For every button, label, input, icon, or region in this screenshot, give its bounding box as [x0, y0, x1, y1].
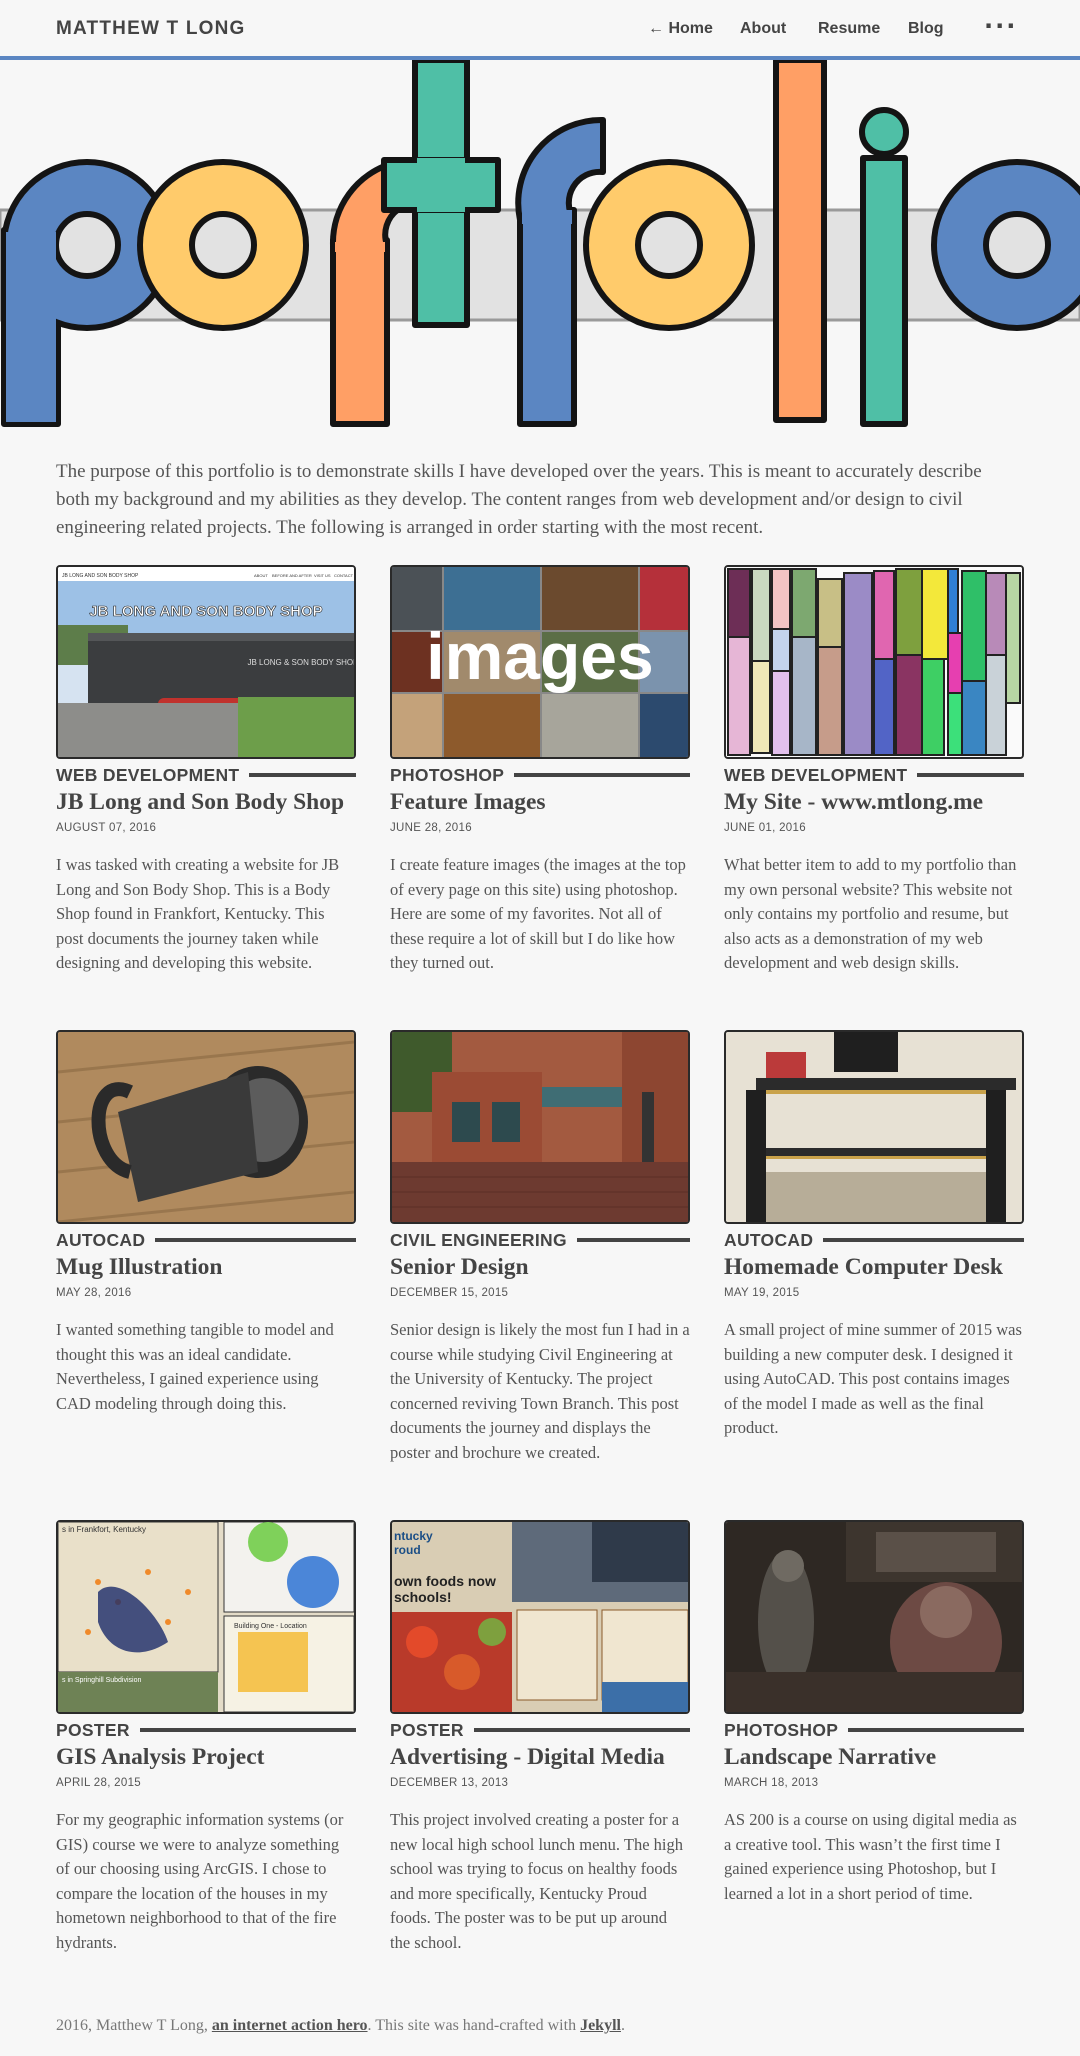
svg-text:s in Springhill Subdivision: s in Springhill Subdivision [62, 1677, 141, 1684]
card-title-link[interactable]: Homemade Computer Desk [724, 1252, 1024, 1282]
card-description: AS 200 is a course on using digital medi… [724, 1810, 1017, 1903]
card-title-link[interactable]: Feature Images [390, 787, 690, 817]
card-title-link[interactable]: Mug Illustration [56, 1252, 356, 1282]
portfolio-wordmark [0, 60, 1080, 427]
portfolio-intro-text: The purpose of this portfolio is to demo… [56, 461, 982, 538]
category-label[interactable]: PHOTOSHOP [390, 765, 515, 785]
category-label[interactable]: PHOTOSHOP [724, 1720, 849, 1740]
site-title-link[interactable]: MATTHEW T LONG [56, 18, 246, 40]
portfolio-card[interactable]: WEB DEVELOPMENT My Site - www.mtlong.me … [724, 565, 1024, 976]
svg-text:CONTACT: CONTACT [334, 573, 354, 578]
card-date: DECEMBER 15, 2015 [390, 1287, 509, 1299]
card-description: I create feature images (the images at t… [390, 855, 686, 972]
category-label[interactable]: AUTOCAD [56, 1230, 156, 1250]
card-title-link[interactable]: Senior Design [390, 1252, 690, 1282]
footer-jekyll-link[interactable]: Jekyll [580, 2017, 621, 2034]
letter-i-stem [860, 155, 908, 427]
card-category: AUTOCAD [56, 1230, 356, 1250]
card-category: PHOTOSHOP [390, 765, 690, 785]
footer-action-hero-link[interactable]: an internet action hero [212, 2017, 368, 2034]
svg-text:ntucky: ntucky [394, 1529, 433, 1543]
portfolio-card[interactable]: s in Frankfort, Kentucky Building One - … [56, 1520, 356, 1955]
thumb-overlay-text: images [426, 619, 653, 693]
letter-l [773, 60, 827, 423]
footer-suffix: . [620, 2017, 625, 2034]
nav-resume-link[interactable]: Resume [818, 20, 880, 38]
footer-middle-text: . This site was hand-crafted with [367, 2017, 581, 2034]
portfolio-card[interactable]: ntucky roud own foods now schools! POSTE… [390, 1520, 690, 1955]
card-category: PHOTOSHOP [724, 1720, 1024, 1740]
letter-f-stem [517, 207, 577, 427]
card-description: For my geographic information systems (o… [56, 1810, 344, 1952]
card-date: MAY 28, 2016 [56, 1287, 132, 1299]
card-description: This project involved creating a poster … [390, 1810, 683, 1952]
card-date: APRIL 28, 2015 [56, 1777, 141, 1789]
nav-blog-link[interactable]: Blog [908, 20, 944, 38]
card-date: AUGUST 07, 2016 [56, 822, 157, 834]
card-thumbnail-my-site[interactable] [724, 565, 1024, 759]
card-date: JUNE 01, 2016 [724, 822, 806, 834]
card-thumbnail-senior-design[interactable] [390, 1030, 690, 1224]
nav-about-link[interactable]: About [740, 20, 786, 38]
portfolio-card[interactable]: CIVIL ENGINEERING Senior Design DECEMBER… [390, 1030, 690, 1465]
category-label[interactable]: POSTER [390, 1720, 474, 1740]
card-category: WEB DEVELOPMENT [56, 765, 356, 785]
top-navigation-bar: MATTHEW T LONG ← Home About Resume Blog … [0, 0, 1080, 60]
svg-text:JB LONG & SON BODY SHOP: JB LONG & SON BODY SHOP [248, 658, 355, 667]
card-description: What better item to add to my portfolio … [724, 855, 1017, 972]
card-date: MARCH 18, 2013 [724, 1777, 819, 1789]
category-label[interactable]: CIVIL ENGINEERING [390, 1230, 577, 1250]
card-description: A small project of mine summer of 2015 w… [724, 1320, 1022, 1437]
card-thumbnail-mug[interactable] [56, 1030, 356, 1224]
card-date: MAY 19, 2015 [724, 1287, 800, 1299]
svg-text:own foods now: own foods now [394, 1573, 496, 1589]
card-category: WEB DEVELOPMENT [724, 765, 1024, 785]
card-title-link[interactable]: Landscape Narrative [724, 1742, 1024, 1772]
card-title-link[interactable]: GIS Analysis Project [56, 1742, 356, 1772]
portfolio-card[interactable]: JB LONG AND SON BODY SHOP ABOUT BEFORE A… [56, 565, 356, 976]
card-category: POSTER [56, 1720, 356, 1740]
card-title-link[interactable]: JB Long and Son Body Shop [56, 787, 356, 817]
portfolio-card[interactable]: images PHOTOSHOP Feature Images JUNE 28,… [390, 565, 690, 976]
svg-text:VISIT US: VISIT US [314, 573, 331, 578]
card-description: I was tasked with creating a website for… [56, 855, 340, 972]
card-description: I wanted something tangible to model and… [56, 1320, 334, 1413]
category-label[interactable]: POSTER [56, 1720, 140, 1740]
svg-text:Building One - Location: Building One - Location [234, 1623, 307, 1630]
card-thumbnail-gis[interactable]: s in Frankfort, Kentucky Building One - … [56, 1520, 356, 1714]
card-title-link[interactable]: Advertising - Digital Media [390, 1742, 690, 1772]
svg-text:ABOUT: ABOUT [254, 573, 268, 578]
svg-text:roud: roud [394, 1543, 421, 1557]
category-label[interactable]: WEB DEVELOPMENT [56, 765, 250, 785]
nav-home-link[interactable]: ← Home [648, 20, 713, 38]
svg-text:schools!: schools! [394, 1589, 452, 1605]
card-description: Senior design is likely the most fun I h… [390, 1320, 690, 1462]
card-date: JUNE 28, 2016 [390, 822, 472, 834]
category-label[interactable]: AUTOCAD [724, 1230, 824, 1250]
svg-text:s in Frankfort, Kentucky: s in Frankfort, Kentucky [62, 1525, 146, 1534]
card-category: POSTER [390, 1720, 690, 1740]
site-footer: 2016, Matthew T Long, an internet action… [56, 2017, 1016, 2035]
card-category: CIVIL ENGINEERING [390, 1230, 690, 1250]
portfolio-card[interactable]: AUTOCAD Mug Illustration MAY 28, 2016 I … [56, 1030, 356, 1416]
card-thumbnail-computer-desk[interactable] [724, 1030, 1024, 1224]
letter-i-dot [859, 107, 909, 157]
card-date: DECEMBER 13, 2013 [390, 1777, 509, 1789]
portfolio-card[interactable]: AUTOCAD Homemade Computer Desk MAY 19, 2… [724, 1030, 1024, 1441]
thumb-banner-text: JB LONG AND SON BODY SHOP [89, 603, 322, 620]
card-thumbnail-feature-images[interactable]: images [390, 565, 690, 759]
card-category: AUTOCAD [724, 1230, 1024, 1250]
card-title-link[interactable]: My Site - www.mtlong.me [724, 787, 1024, 817]
card-thumbnail-jb-long[interactable]: JB LONG AND SON BODY SHOP ABOUT BEFORE A… [56, 565, 356, 759]
footer-prefix: 2016, Matthew T Long, [56, 2017, 212, 2034]
portfolio-hero-banner [0, 60, 1080, 430]
more-menu-icon[interactable]: ··· [984, 12, 1017, 40]
svg-text:BEFORE AND AFTER: BEFORE AND AFTER [272, 573, 312, 578]
portfolio-card[interactable]: PHOTOSHOP Landscape Narrative MARCH 18, … [724, 1520, 1024, 1906]
letter-r [330, 237, 390, 427]
card-thumbnail-landscape-narrative[interactable] [724, 1520, 1024, 1714]
card-thumbnail-advertising[interactable]: ntucky roud own foods now schools! [390, 1520, 690, 1714]
thumb-brand-small: JB LONG AND SON BODY SHOP [62, 573, 139, 579]
category-label[interactable]: WEB DEVELOPMENT [724, 765, 918, 785]
